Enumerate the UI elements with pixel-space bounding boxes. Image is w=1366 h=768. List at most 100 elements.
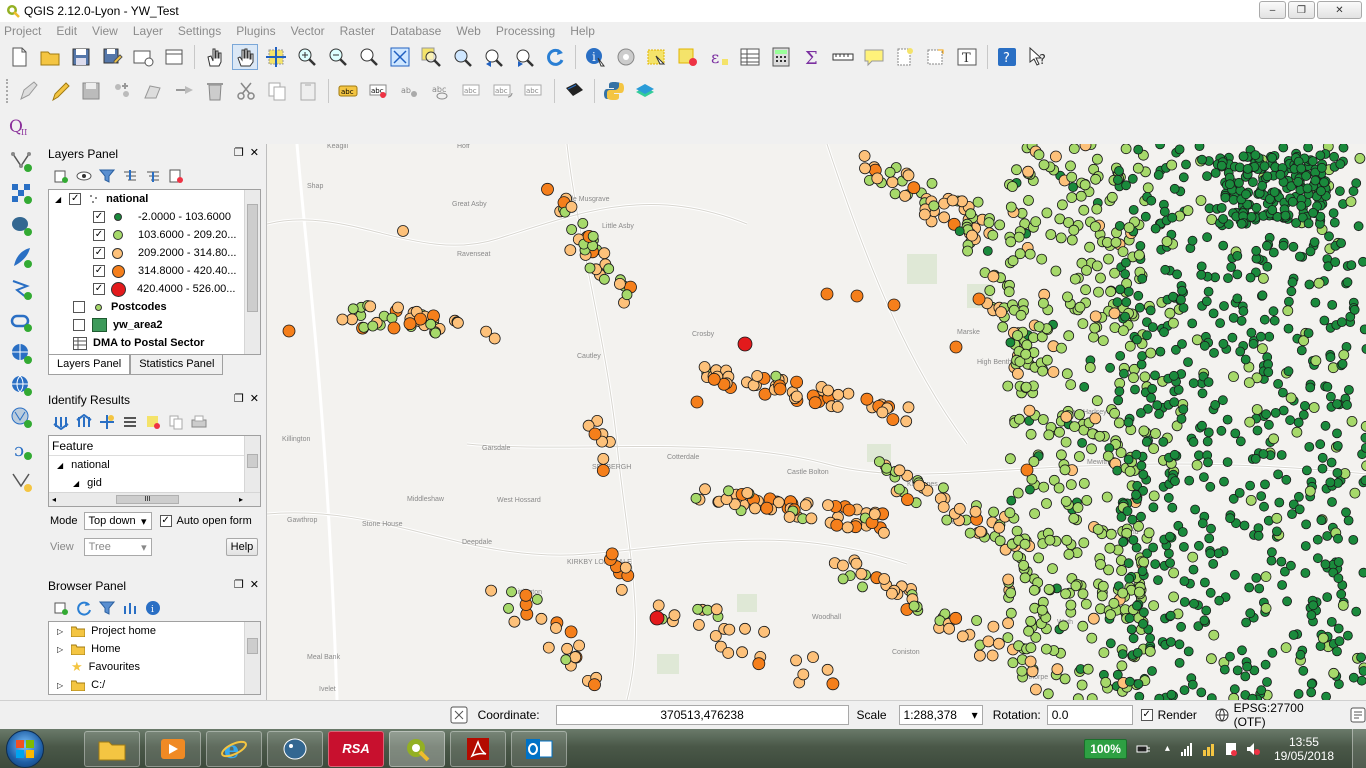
map-point[interactable] xyxy=(1358,567,1366,578)
map-point[interactable] xyxy=(1047,563,1058,575)
map-point[interactable] xyxy=(1019,538,1031,550)
map-point[interactable] xyxy=(822,499,834,512)
map-point[interactable] xyxy=(1005,201,1017,213)
map-point[interactable] xyxy=(506,586,517,598)
map-point[interactable] xyxy=(1277,580,1287,590)
pan-to-selection-icon[interactable] xyxy=(263,44,289,70)
save-layer-edits-icon[interactable] xyxy=(78,78,104,104)
map-point[interactable] xyxy=(1062,291,1073,303)
map-point[interactable] xyxy=(1288,241,1299,252)
map-point[interactable] xyxy=(1188,564,1199,575)
map-point[interactable] xyxy=(1121,257,1131,268)
map-point[interactable] xyxy=(1270,407,1281,418)
whats-this-icon[interactable]: ? xyxy=(1025,44,1051,70)
map-point[interactable] xyxy=(949,611,963,625)
taskbar-rsa[interactable]: RSA xyxy=(328,730,384,767)
map-point[interactable] xyxy=(1080,598,1092,610)
map-point[interactable] xyxy=(1057,199,1068,211)
map-point[interactable] xyxy=(962,245,973,257)
collapse-all-icon[interactable] xyxy=(144,167,162,185)
map-point[interactable] xyxy=(1143,527,1155,539)
map-point[interactable] xyxy=(1295,251,1305,262)
menu-web[interactable]: Web xyxy=(456,24,480,38)
highlight-pinned-labels-icon[interactable]: abc xyxy=(366,78,392,104)
map-point[interactable] xyxy=(1302,183,1313,194)
map-point[interactable] xyxy=(878,526,890,539)
map-point[interactable] xyxy=(1038,481,1050,493)
map-point[interactable] xyxy=(1025,615,1037,627)
menu-edit[interactable]: Edit xyxy=(56,24,77,38)
map-point[interactable] xyxy=(1269,315,1280,326)
map-point[interactable] xyxy=(1150,223,1161,234)
map-point[interactable] xyxy=(1329,151,1339,162)
legend-class-row[interactable]: ✓ 314.8000 - 420.40... xyxy=(49,262,260,280)
map-point[interactable] xyxy=(953,502,966,515)
map-point[interactable] xyxy=(1246,212,1257,222)
map-point[interactable] xyxy=(1061,368,1073,380)
map-point[interactable] xyxy=(1141,436,1152,447)
map-point[interactable] xyxy=(741,487,754,499)
map-point[interactable] xyxy=(692,618,705,631)
map-point[interactable] xyxy=(1007,657,1019,669)
map-point[interactable] xyxy=(1310,175,1321,186)
map-point[interactable] xyxy=(367,320,379,332)
map-point[interactable] xyxy=(1248,338,1259,349)
filter-browser-icon[interactable] xyxy=(98,599,116,617)
map-point[interactable] xyxy=(1208,308,1219,319)
help-button[interactable]: Help xyxy=(225,538,259,556)
map-point[interactable] xyxy=(1306,679,1317,689)
map-point[interactable] xyxy=(1308,402,1320,413)
map-point[interactable] xyxy=(1304,485,1316,497)
field-calculator-icon[interactable] xyxy=(768,44,794,70)
map-point[interactable] xyxy=(837,559,849,572)
map-point[interactable] xyxy=(1360,432,1366,443)
map-point[interactable] xyxy=(1051,663,1064,676)
map-point[interactable] xyxy=(1145,347,1157,359)
map-point[interactable] xyxy=(1131,489,1141,500)
map-point[interactable] xyxy=(1276,450,1287,460)
map-point[interactable] xyxy=(1257,343,1268,355)
layers-scrollbar[interactable] xyxy=(244,190,260,354)
map-point[interactable] xyxy=(1100,677,1112,688)
map-point[interactable] xyxy=(392,301,404,314)
collapse-browser-icon[interactable] xyxy=(121,599,139,617)
map-point[interactable] xyxy=(1335,159,1346,170)
map-point[interactable] xyxy=(1269,187,1280,197)
map-point[interactable] xyxy=(397,225,409,237)
add-wfs-layer-icon[interactable] xyxy=(8,404,34,430)
map-point[interactable] xyxy=(1081,494,1093,506)
taskbar-qgis[interactable] xyxy=(389,730,445,767)
map-point[interactable] xyxy=(1274,497,1285,508)
map-point[interactable] xyxy=(1128,372,1139,384)
collapse-tree-icon[interactable] xyxy=(75,413,93,431)
map-point[interactable] xyxy=(1110,237,1122,248)
map-point[interactable] xyxy=(1105,609,1116,621)
map-point[interactable] xyxy=(1070,580,1082,592)
map-point[interactable] xyxy=(850,289,864,303)
map-point[interactable] xyxy=(508,615,521,628)
refresh-browser-icon[interactable] xyxy=(75,599,93,617)
map-point[interactable] xyxy=(1191,459,1203,471)
pin-labels-icon[interactable]: ab xyxy=(397,78,423,104)
map-point[interactable] xyxy=(1043,429,1055,441)
map-point[interactable] xyxy=(994,535,1006,547)
map-point[interactable] xyxy=(1200,577,1210,588)
map-point[interactable] xyxy=(831,400,844,413)
change-label-icon[interactable]: abc xyxy=(521,78,547,104)
map-point[interactable] xyxy=(1161,236,1173,247)
map-point[interactable] xyxy=(1326,457,1337,468)
add-wcs-layer-icon[interactable] xyxy=(8,372,34,398)
map-point[interactable] xyxy=(1145,633,1155,644)
browser-item-c-drive[interactable]: ▷ C:/ xyxy=(49,676,260,694)
map-point[interactable] xyxy=(1320,420,1331,431)
map-point[interactable] xyxy=(954,226,965,237)
map-point[interactable] xyxy=(1165,558,1175,568)
map-point[interactable] xyxy=(386,312,398,324)
map-point[interactable] xyxy=(1078,537,1090,549)
map-point[interactable] xyxy=(1090,221,1101,232)
map-point[interactable] xyxy=(1095,272,1106,284)
map-point[interactable] xyxy=(1174,144,1185,155)
map-point[interactable] xyxy=(364,300,377,313)
map-point[interactable] xyxy=(723,623,736,636)
map-point[interactable] xyxy=(902,401,915,414)
